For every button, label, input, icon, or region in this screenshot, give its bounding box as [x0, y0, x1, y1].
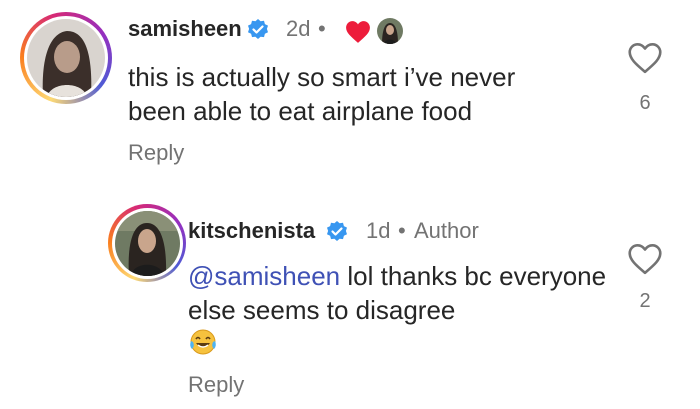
avatar-samisheen[interactable] — [20, 12, 112, 104]
heart-outline-icon[interactable] — [627, 42, 663, 79]
comment-username[interactable]: kitschenista — [188, 218, 315, 244]
avatar-photo — [27, 19, 105, 97]
separator-dot: • — [318, 16, 326, 41]
verified-badge-icon — [325, 220, 349, 249]
comment-text: @samisheen lol thanks bc everyone else s… — [188, 259, 608, 327]
heart-filled-icon — [345, 20, 371, 49]
tears-of-joy-emoji — [188, 328, 218, 361]
mention-link[interactable]: @samisheen — [188, 261, 340, 291]
author-label: Author — [414, 218, 479, 243]
comment-text: this is actually so smart i’ve never bee… — [128, 62, 516, 126]
comment-time: 1d — [366, 218, 391, 243]
like-count: 2 — [639, 290, 651, 312]
author-mini-avatar — [377, 18, 403, 44]
reply-button[interactable]: Reply — [128, 140, 184, 166]
heart-outline-icon[interactable] — [627, 243, 663, 280]
like-count: 6 — [639, 92, 651, 114]
avatar-photo — [114, 210, 180, 276]
separator-dot: • — [398, 218, 406, 243]
comment-username[interactable]: samisheen — [128, 16, 242, 42]
avatar-kitschenista[interactable] — [108, 204, 186, 282]
comment-time: 2d — [286, 16, 311, 41]
verified-badge-icon — [246, 18, 270, 47]
reply-button[interactable]: Reply — [188, 372, 244, 398]
